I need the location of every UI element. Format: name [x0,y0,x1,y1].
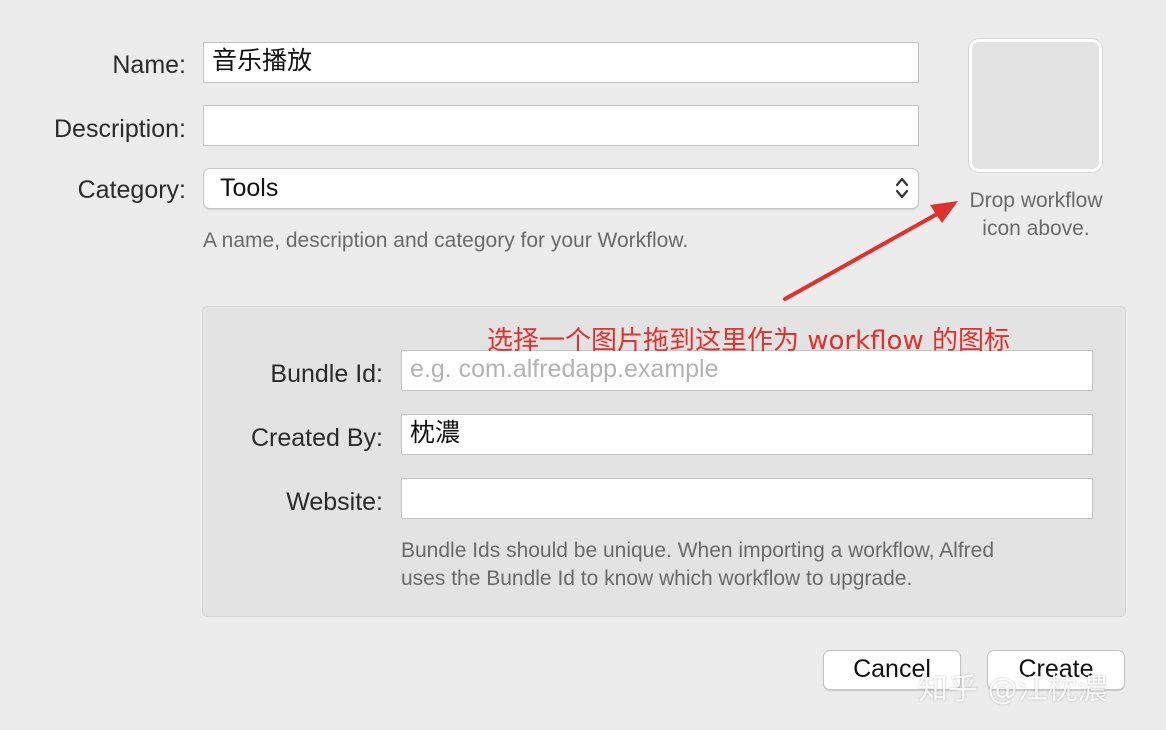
website-label: Website: [286,488,383,516]
bundle-id-placeholder: e.g. com.alfredapp.example [410,355,719,383]
form-hint: A name, description and category for you… [203,229,689,252]
icon-well-caption: Drop workflow icon above. [950,187,1122,243]
name-label: Name: [112,51,186,79]
icon-well-caption-line2: icon above. [982,217,1090,240]
bundle-hint: Bundle Ids should be unique. When import… [401,537,994,593]
annotation-text: 选择一个图片拖到这里作为 workflow 的图标 [487,326,1010,356]
chevron-updown-icon [895,177,909,199]
created-by-label: Created By: [250,424,383,452]
workflow-icon-drop-well[interactable] [969,39,1102,172]
name-input[interactable]: 音乐播放 [203,42,919,83]
bundle-hint-line2: uses the Bundle Id to know which workflo… [401,567,913,590]
icon-well-caption-line1: Drop workflow [969,189,1103,212]
watermark: 知乎 @江枕濃 [918,672,1108,707]
category-select[interactable]: Tools [203,168,919,209]
description-input[interactable] [203,105,919,146]
website-input[interactable] [401,478,1093,519]
category-label: Category: [77,176,186,204]
bundle-id-label: Bundle Id: [270,360,383,388]
bundle-hint-line1: Bundle Ids should be unique. When import… [401,539,995,562]
category-select-value: Tools [220,174,279,202]
description-label: Description: [54,115,186,143]
created-by-input[interactable]: 枕濃 [401,414,1093,455]
